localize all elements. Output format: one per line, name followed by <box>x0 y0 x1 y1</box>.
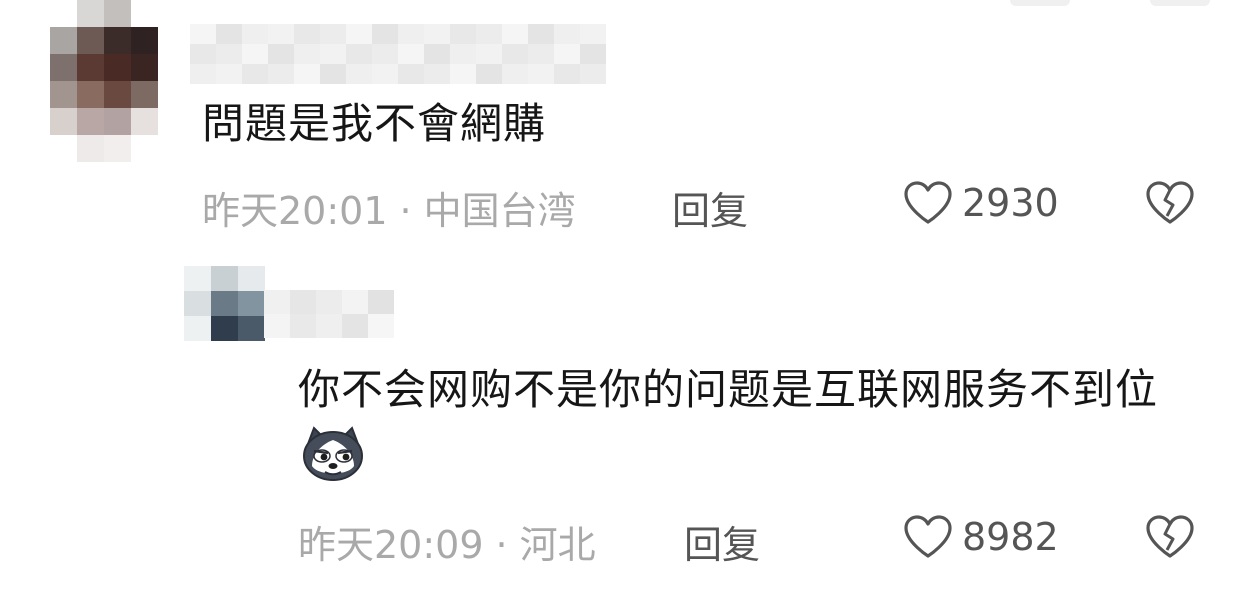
meta-separator: · <box>399 189 412 233</box>
like-button[interactable]: 2930 <box>902 180 1059 226</box>
avatar[interactable] <box>50 0 158 162</box>
comment-text: 你不会网购不是你的问题是互联网服务不到位 <box>298 358 1208 500</box>
comment-time: 昨天20:09 <box>298 523 484 567</box>
top-edge-fragment <box>1150 0 1210 6</box>
broken-heart-icon <box>1146 181 1194 224</box>
comment-location: 中国台湾 <box>423 189 576 233</box>
avatar[interactable] <box>184 266 265 341</box>
username-blurred[interactable] <box>264 290 394 338</box>
top-edge-fragment <box>1010 0 1070 6</box>
heart-outline-icon <box>904 515 952 558</box>
like-count: 2930 <box>962 181 1059 225</box>
comment-location: 河北 <box>519 523 596 567</box>
like-button[interactable]: 8982 <box>902 514 1059 560</box>
reply-button[interactable]: 回复 <box>672 180 748 235</box>
comment-text: 問題是我不會網購 <box>202 99 547 148</box>
like-count: 8982 <box>962 515 1059 559</box>
reply-button[interactable]: 回复 <box>684 514 760 569</box>
dislike-button[interactable] <box>1144 180 1196 230</box>
comment-text-body: 你不会网购不是你的问题是互联网服务不到位 <box>298 365 1159 414</box>
heart-outline-icon <box>904 181 952 224</box>
comment-meta: 昨天20:01 · 中国台湾 <box>202 180 576 235</box>
dislike-button[interactable] <box>1144 514 1196 564</box>
comment-time: 昨天20:01 <box>202 189 388 233</box>
meta-separator: · <box>495 523 508 567</box>
comment-meta: 昨天20:09 · 河北 <box>298 514 596 569</box>
husky-dog-emoji-icon <box>300 426 366 500</box>
username-blurred[interactable] <box>190 24 606 84</box>
broken-heart-icon <box>1146 515 1194 558</box>
